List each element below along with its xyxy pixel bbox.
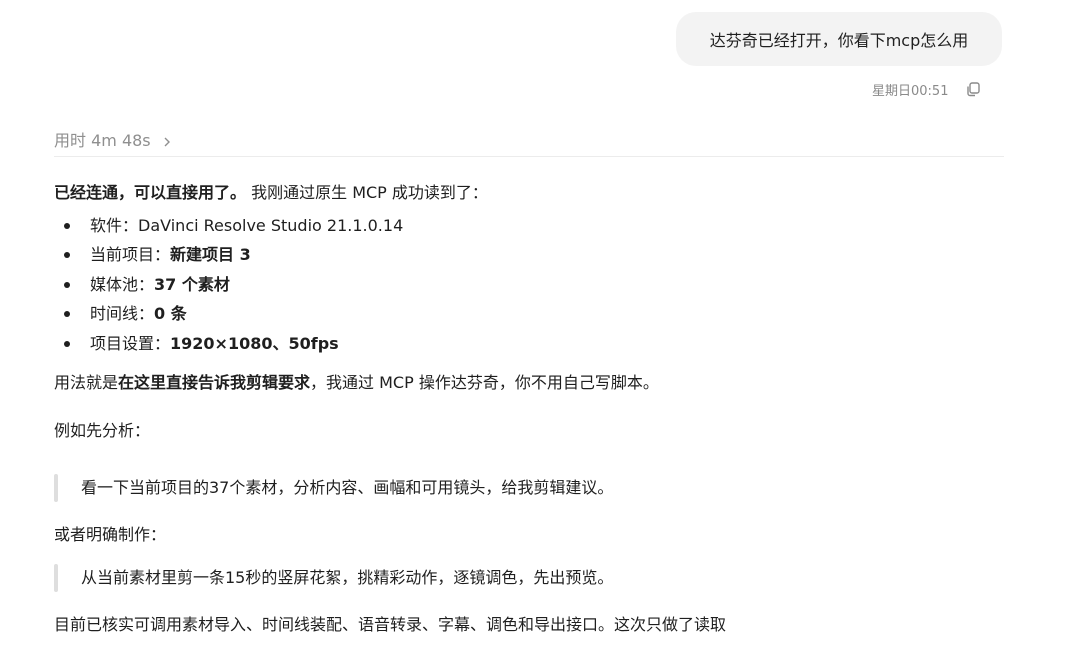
intro-rest: 我刚通过原生 MCP 成功读到了： [246, 183, 488, 202]
final-paragraph: 目前已核实可调用素材导入、时间线装配、语音转录、字幕、调色和导出接口。这次只做了… [54, 615, 727, 634]
usage-paragraph: 用法就是在这里直接告诉我剪辑要求，我通过 MCP 操作达芬奇，你不用自己写脚本。 [54, 371, 659, 395]
quote-bar [54, 564, 58, 592]
quote-text: 从当前素材里剪一条15秒的竖屏花絮，挑精彩动作，逐镜调色，先出预览。 [81, 568, 614, 587]
user-message-text: 达芬奇已经打开，你看下mcp怎么用 [709, 31, 969, 50]
list-item-label: 软件： [90, 216, 139, 235]
bullet-dot [64, 223, 70, 229]
usage-bold: 在这里直接告诉我剪辑要求 [118, 373, 311, 392]
quote-bar [54, 474, 58, 502]
bullet-dot [64, 311, 70, 317]
list-item-label: 当前项目： [90, 245, 171, 264]
streaming-fade [808, 602, 1080, 642]
list-item-value: 1920×1080、50fps [170, 334, 339, 353]
usage-pre: 用法就是 [54, 373, 119, 392]
thinking-duration-label: 用时 4m 48s [54, 131, 151, 150]
copy-icon[interactable] [964, 80, 982, 98]
bullet-dot [64, 252, 70, 258]
list-item-value: 新建项目 3 [170, 245, 251, 264]
bullet-dot [64, 282, 70, 288]
or-label: 或者明确制作： [54, 525, 167, 544]
list-item-value: 0 条 [154, 304, 187, 323]
thinking-duration-toggle[interactable]: 用时 4m 48s [54, 126, 173, 152]
usage-post: ，我通过 MCP 操作达芬奇，你不用自己写脚本。 [310, 373, 659, 392]
list-item-value: DaVinci Resolve Studio 21.1.0.14 [138, 216, 404, 235]
user-message-meta: 星期日00:51 [872, 78, 982, 100]
list-item-label: 项目设置： [90, 334, 171, 353]
example-label: 例如先分析： [54, 421, 151, 440]
list-item-label: 时间线： [90, 304, 155, 323]
intro-bold: 已经连通，可以直接用了。 [54, 183, 247, 202]
list-item-label: 媒体池： [90, 275, 155, 294]
message-timestamp: 星期日00:51 [872, 83, 949, 99]
list-item-value: 37 个素材 [154, 275, 230, 294]
user-message-bubble: 达芬奇已经打开，你看下mcp怎么用 [676, 12, 1002, 66]
bullet-dot [64, 341, 70, 347]
chevron-right-icon [161, 133, 173, 147]
answer-intro: 已经连通，可以直接用了。 我刚通过原生 MCP 成功读到了： [54, 181, 488, 205]
divider [54, 156, 1004, 157]
quote-text: 看一下当前项目的37个素材，分析内容、画幅和可用镜头，给我剪辑建议。 [81, 478, 614, 497]
